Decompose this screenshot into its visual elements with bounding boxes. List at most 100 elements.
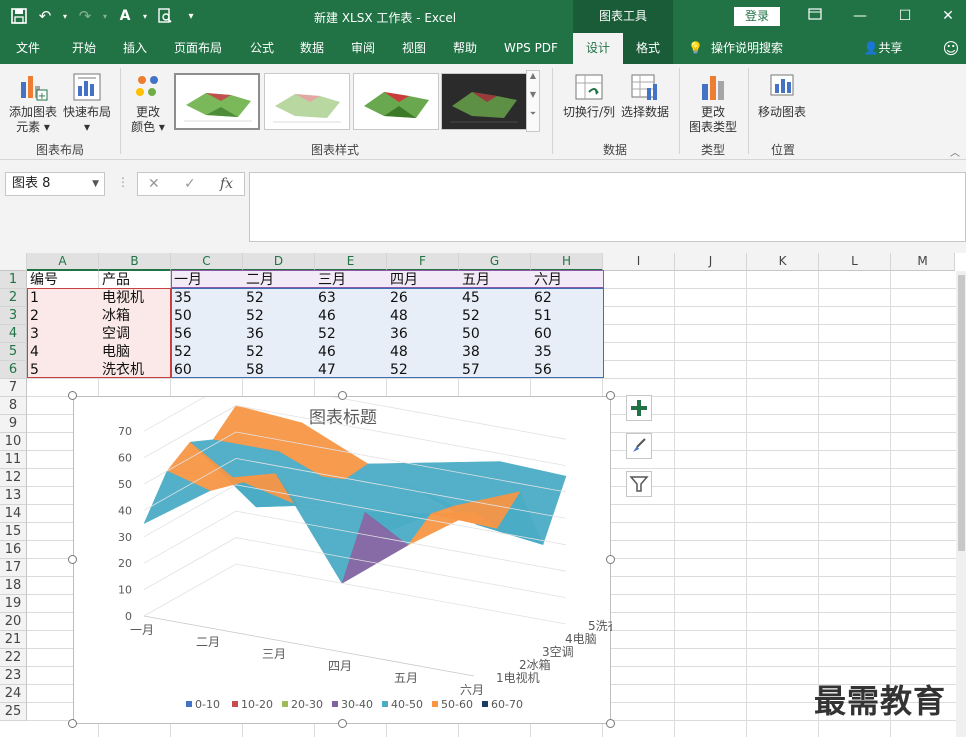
cell-c4[interactable]: 56 — [171, 325, 192, 343]
cell-header-g[interactable]: 五月 — [459, 271, 490, 289]
cell-g5[interactable]: 38 — [459, 343, 480, 361]
row-header-9[interactable]: 9 — [0, 415, 27, 433]
cell-header-c[interactable]: 一月 — [171, 271, 202, 289]
quick-layout-button[interactable]: 快速布局 ▾ — [60, 72, 114, 135]
cell-b4[interactable]: 空调 — [99, 325, 130, 343]
tab-wps-pdf[interactable]: WPS PDF — [498, 33, 564, 64]
row-header-23[interactable]: 23 — [0, 667, 27, 685]
name-box[interactable]: 图表 8 ▼ — [5, 172, 105, 196]
tab-view[interactable]: 视图 — [392, 33, 436, 64]
cell-d5[interactable]: 52 — [243, 343, 264, 361]
undo-icon[interactable]: ↶ — [34, 5, 56, 27]
column-header-l[interactable]: L — [819, 253, 891, 271]
cell-g4[interactable]: 50 — [459, 325, 480, 343]
row-header-20[interactable]: 20 — [0, 613, 27, 631]
redo-dropdown-icon[interactable]: ▾ — [100, 5, 110, 27]
cell-c3[interactable]: 50 — [171, 307, 192, 325]
row-header-6[interactable]: 6 — [0, 361, 27, 379]
tab-file[interactable]: 文件 — [6, 33, 50, 64]
row-header-7[interactable]: 7 — [0, 379, 27, 397]
ribbon-display-options-icon[interactable] — [805, 6, 825, 26]
cell-f5[interactable]: 48 — [387, 343, 408, 361]
cell-b6[interactable]: 洗衣机 — [99, 361, 144, 379]
save-icon[interactable] — [8, 5, 30, 27]
change-chart-type-button[interactable]: 更改 图表类型 — [686, 72, 740, 135]
resize-handle-r[interactable] — [606, 555, 615, 564]
switch-row-column-button[interactable]: 切换行/列 — [560, 72, 618, 120]
row-header-3[interactable]: 3 — [0, 307, 27, 325]
customize-qat-icon[interactable]: ▾ — [180, 5, 202, 27]
resize-handle-l[interactable] — [68, 555, 77, 564]
cell-g2[interactable]: 45 — [459, 289, 480, 307]
cell-header-a[interactable]: 编号 — [27, 271, 58, 289]
select-all-corner[interactable] — [0, 253, 27, 271]
cell-g6[interactable]: 57 — [459, 361, 480, 379]
cell-f4[interactable]: 36 — [387, 325, 408, 343]
cell-header-d[interactable]: 二月 — [243, 271, 274, 289]
move-chart-button[interactable]: 移动图表 — [754, 72, 810, 120]
row-header-10[interactable]: 10 — [0, 433, 27, 451]
column-header-i[interactable]: I — [603, 253, 675, 271]
cell-b3[interactable]: 冰箱 — [99, 307, 130, 325]
chart-style-2[interactable] — [264, 73, 350, 130]
cell-d6[interactable]: 58 — [243, 361, 264, 379]
column-header-g[interactable]: G — [459, 253, 531, 271]
chart-styles-button[interactable] — [626, 433, 652, 459]
cell-e2[interactable]: 63 — [315, 289, 336, 307]
row-header-21[interactable]: 21 — [0, 631, 27, 649]
tab-formulas[interactable]: 公式 — [240, 33, 284, 64]
chart-style-1[interactable] — [174, 73, 260, 130]
cell-h2[interactable]: 62 — [531, 289, 552, 307]
row-header-12[interactable]: 12 — [0, 469, 27, 487]
column-header-d[interactable]: D — [243, 253, 315, 271]
cell-header-h[interactable]: 六月 — [531, 271, 562, 289]
cell-e4[interactable]: 52 — [315, 325, 336, 343]
cell-h6[interactable]: 56 — [531, 361, 552, 379]
row-header-18[interactable]: 18 — [0, 577, 27, 595]
column-header-a[interactable]: A — [27, 253, 99, 271]
minimize-icon[interactable]: — — [850, 6, 870, 26]
format-painter-icon[interactable]: A — [114, 5, 136, 27]
resize-handle-bl[interactable] — [68, 719, 77, 728]
tab-data[interactable]: 数据 — [290, 33, 334, 64]
cell-d2[interactable]: 52 — [243, 289, 264, 307]
resize-handle-tr[interactable] — [606, 391, 615, 400]
cell-a4[interactable]: 3 — [27, 325, 39, 343]
feedback-smiley-icon[interactable]: ☺ — [938, 33, 964, 64]
gallery-down-icon[interactable]: ▼ — [527, 90, 539, 99]
vertical-scrollbar-thumb[interactable] — [958, 275, 965, 551]
row-header-19[interactable]: 19 — [0, 595, 27, 613]
login-button[interactable]: 登录 — [734, 7, 780, 26]
print-preview-icon[interactable] — [154, 5, 176, 27]
row-header-22[interactable]: 22 — [0, 649, 27, 667]
style-gallery-scroll[interactable]: ▲ ▼ ⏷ — [526, 70, 540, 132]
tab-format[interactable]: 格式 — [623, 33, 673, 64]
row-header-13[interactable]: 13 — [0, 487, 27, 505]
column-header-j[interactable]: J — [675, 253, 747, 271]
cancel-icon[interactable]: ✕ — [148, 176, 160, 192]
gallery-more-icon[interactable]: ⏷ — [527, 109, 539, 119]
cell-f3[interactable]: 48 — [387, 307, 408, 325]
column-header-m[interactable]: M — [891, 253, 955, 271]
cell-d3[interactable]: 52 — [243, 307, 264, 325]
cell-header-f[interactable]: 四月 — [387, 271, 418, 289]
column-header-f[interactable]: F — [387, 253, 459, 271]
cell-f2[interactable]: 26 — [387, 289, 408, 307]
cell-f6[interactable]: 52 — [387, 361, 408, 379]
cell-c5[interactable]: 52 — [171, 343, 192, 361]
cell-h5[interactable]: 35 — [531, 343, 552, 361]
resize-handle-b[interactable] — [338, 719, 347, 728]
row-header-2[interactable]: 2 — [0, 289, 27, 307]
row-header-16[interactable]: 16 — [0, 541, 27, 559]
chart-elements-button[interactable] — [626, 395, 652, 421]
surface-chart[interactable]: 图表标题 0 10 20 30 40 50 60 70 一月 二月 三月 四月 五月 六月 1电视机 2冰箱 3… — [73, 378, 632, 724]
font-dropdown-icon[interactable]: ▾ — [140, 5, 150, 27]
row-header-5[interactable]: 5 — [0, 343, 27, 361]
tab-help[interactable]: 帮助 — [443, 33, 487, 64]
add-chart-element-button[interactable]: + 添加图表 元素 ▾ — [6, 72, 60, 135]
cell-a3[interactable]: 2 — [27, 307, 39, 325]
row-header-15[interactable]: 15 — [0, 523, 27, 541]
cell-c6[interactable]: 60 — [171, 361, 192, 379]
resize-handle-t[interactable] — [338, 391, 347, 400]
cell-d4[interactable]: 36 — [243, 325, 264, 343]
